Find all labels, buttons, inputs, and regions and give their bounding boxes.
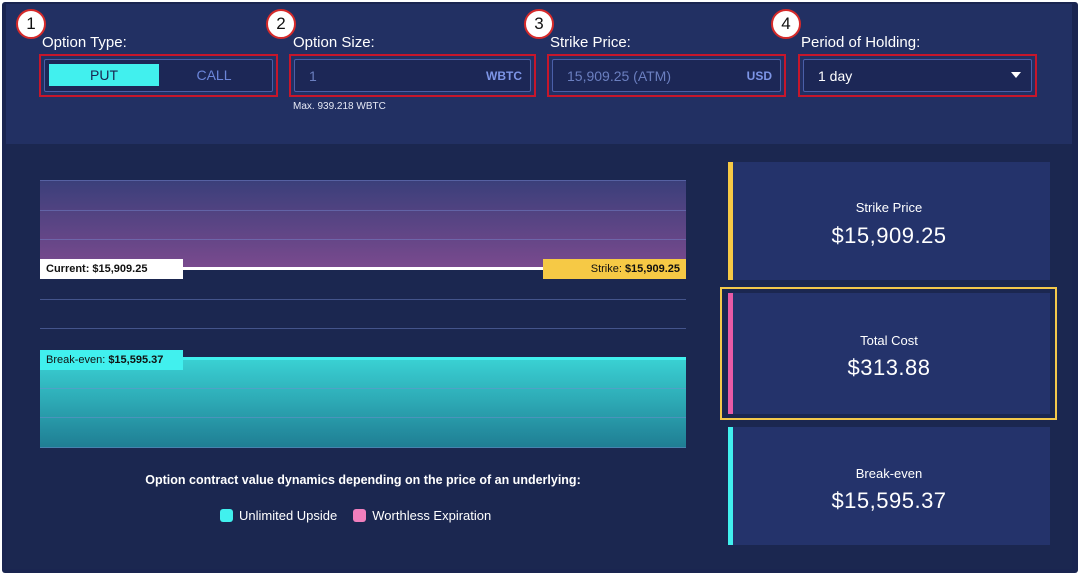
call-toggle-button[interactable]: CALL <box>159 64 269 86</box>
period-value: 1 day <box>818 67 853 84</box>
card-accent-bar <box>728 427 733 545</box>
gridline <box>40 239 686 240</box>
chart-caption: Option contract value dynamics depending… <box>145 473 581 487</box>
legend-label-unlimited-upside: Unlimited Upside <box>239 508 338 523</box>
legend-item-worthless-expiration: Worthless Expiration <box>353 508 491 523</box>
strike-price-card: Strike Price $15,909.25 <box>728 162 1050 280</box>
strike-price-annotation: 15,909.25 (ATM) USD <box>547 54 786 97</box>
strike-price-card-label: Strike Price <box>855 200 923 215</box>
strike-price-unit: USD <box>746 68 772 83</box>
break-even-card: Break-even $15,595.37 <box>728 427 1050 545</box>
strike-price-card-value: $15,909.25 <box>831 223 947 248</box>
option-size-value: 1 <box>309 67 317 84</box>
gridline <box>40 417 686 418</box>
total-cost-highlight-frame <box>720 287 1057 420</box>
put-toggle-button[interactable]: PUT <box>49 64 159 86</box>
option-type-annotation: PUT CALL <box>39 54 278 97</box>
break-even-card-value: $15,595.37 <box>831 488 947 513</box>
chevron-down-icon <box>1011 72 1021 78</box>
option-size-input[interactable]: 1 WBTC <box>294 59 531 92</box>
legend-item-unlimited-upside: Unlimited Upside <box>220 508 337 523</box>
break-even-card-label: Break-even <box>855 466 923 481</box>
option-size-max-hint: Max. 939.218 WBTC <box>293 101 386 112</box>
break-even-tag-value: $15,595.37 <box>108 354 164 366</box>
payoff-chart: Current: $15,909.25 Strike: $15,909.25 B… <box>40 180 686 448</box>
cyan-swatch-icon <box>220 509 233 522</box>
strike-price-tag-label: Strike: <box>590 263 622 275</box>
current-price-tag: Current: $15,909.25 <box>40 259 183 279</box>
current-price-tag-label: Current: <box>46 263 90 275</box>
period-annotation: 1 day <box>798 54 1037 97</box>
gridline <box>40 447 686 448</box>
current-price-tag-value: $15,909.25 <box>92 263 148 275</box>
option-size-unit: WBTC <box>486 68 522 83</box>
option-type-toggle: PUT CALL <box>44 59 273 92</box>
period-label: Period of Holding: <box>801 34 921 51</box>
unlimited-upside-band <box>40 358 686 448</box>
option-size-label: Option Size: <box>293 34 375 51</box>
break-even-tag-label: Break-even: <box>46 354 106 366</box>
strike-price-value: 15,909.25 (ATM) <box>567 67 672 84</box>
pink-swatch-icon <box>353 509 367 522</box>
step-badge-4: 4 <box>771 9 801 39</box>
gridline <box>40 328 686 329</box>
gridline <box>40 210 686 211</box>
gridline <box>40 299 686 300</box>
strike-price-input[interactable]: 15,909.25 (ATM) USD <box>552 59 781 92</box>
period-select[interactable]: 1 day <box>803 59 1032 92</box>
strike-price-label: Strike Price: <box>550 34 631 51</box>
step-badge-2: 2 <box>266 9 296 39</box>
gridline <box>40 180 686 181</box>
option-size-annotation: 1 WBTC <box>289 54 536 97</box>
strike-price-tag-value: $15,909.25 <box>624 263 680 275</box>
chart-legend: Unlimited Upside Worthless Expiration <box>220 508 491 523</box>
option-type-label: Option Type: <box>42 34 127 51</box>
worthless-expiration-band <box>40 180 686 268</box>
strike-price-tag: Strike: $15,909.25 <box>543 259 686 279</box>
break-even-tag: Break-even: $15,595.37 <box>40 350 183 370</box>
card-accent-bar <box>728 162 733 280</box>
gridline <box>40 388 686 389</box>
legend-label-worthless-expiration: Worthless Expiration <box>372 508 492 523</box>
